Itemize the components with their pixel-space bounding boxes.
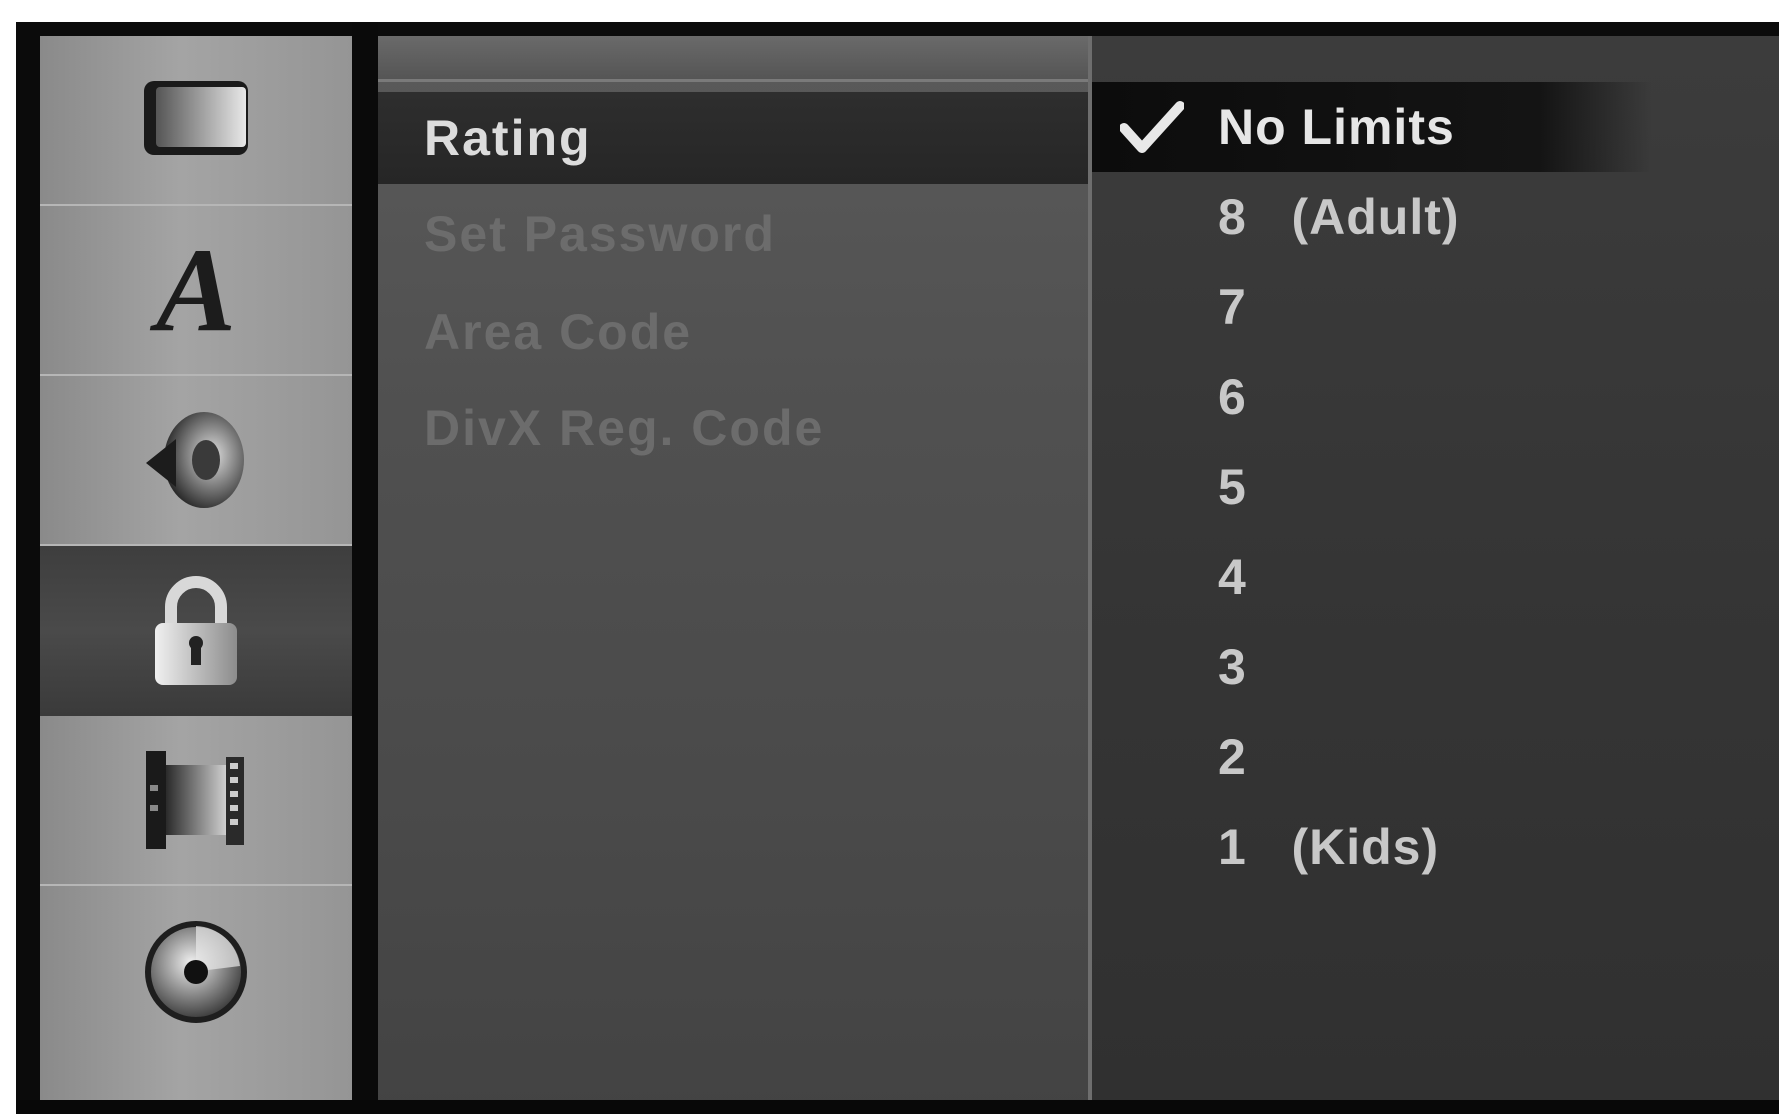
setup-menu-screen: A Rating Set Password Area Code DivX Reg… [16,22,1779,1114]
language-icon: A [155,223,237,356]
option-label: No Limits [1218,99,1455,155]
option-rating-1[interactable]: 1 (Kids) [1092,802,1652,892]
panel-divider [352,22,378,1114]
option-rating-3[interactable]: 3 [1092,622,1652,712]
sidebar-item-disc[interactable] [40,886,352,1056]
option-label: 6 [1218,369,1247,425]
menu-item-label: Set Password [424,206,776,262]
option-rating-8[interactable]: 8 (Adult) [1092,172,1652,262]
menu-item-label: Rating [424,110,592,166]
option-rating-5[interactable]: 5 [1092,442,1652,532]
option-label: 1 (Kids) [1218,819,1440,875]
disc-icon [136,916,256,1026]
checkmark-icon [1119,100,1185,168]
option-rating-6[interactable]: 6 [1092,352,1652,442]
option-label: 3 [1218,639,1247,695]
sidebar-item-audio[interactable] [40,376,352,546]
menu-item-label: DivX Reg. Code [424,400,825,456]
option-label: 8 (Adult) [1218,189,1460,245]
sidebar-item-display[interactable] [40,36,352,206]
option-rating-4[interactable]: 4 [1092,532,1652,622]
film-icon [136,745,256,855]
display-icon [136,75,256,165]
menu-item-area-code[interactable]: Area Code [378,286,1094,378]
option-label: 4 [1218,549,1247,605]
settings-menu: Rating Set Password Area Code DivX Reg. … [378,36,1094,1114]
menu-item-set-password[interactable]: Set Password [378,188,1094,280]
menu-item-label: Area Code [424,304,693,360]
option-label: 7 [1218,279,1247,335]
sidebar-item-language[interactable]: A [40,206,352,376]
menu-item-rating[interactable]: Rating [378,92,1094,184]
sidebar-item-recording[interactable] [40,716,352,886]
speaker-icon [136,405,256,515]
option-label: 2 [1218,729,1247,785]
option-rating-7[interactable]: 7 [1092,262,1652,352]
sidebar-item-lock[interactable] [40,546,352,716]
lock-icon [141,571,251,691]
category-sidebar: A [40,36,352,1114]
option-no-limits[interactable]: No Limits [1092,82,1652,172]
menu-header-bar [378,36,1094,82]
menu-item-divx-reg-code[interactable]: DivX Reg. Code [378,382,1094,474]
option-rating-2[interactable]: 2 [1092,712,1652,802]
option-label: 5 [1218,459,1247,515]
bottom-frame [16,1100,1779,1114]
rating-options: No Limits 8 (Adult) 7 6 5 4 3 2 1 (Kids) [1092,36,1779,1114]
